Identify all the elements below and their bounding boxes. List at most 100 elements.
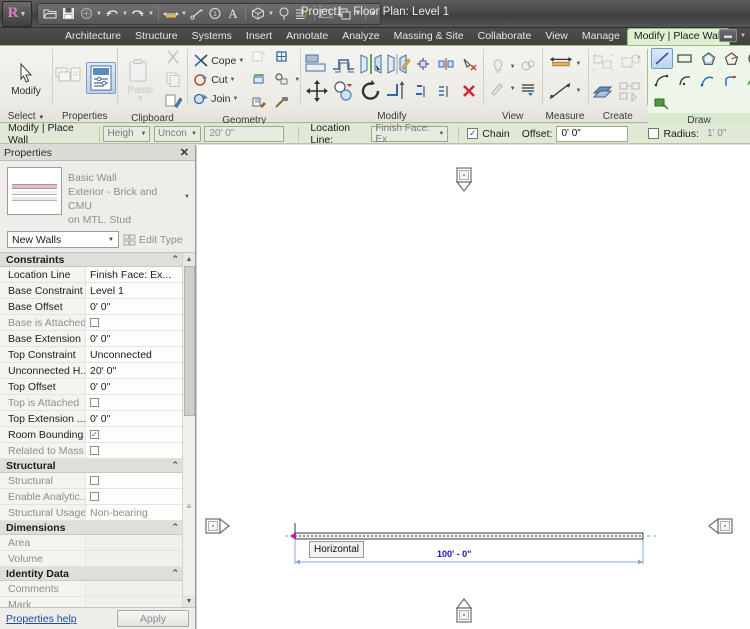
paste-button[interactable]: Paste ▼ [120, 56, 160, 102]
array-icon[interactable] [435, 81, 457, 102]
offset-icon[interactable] [331, 51, 357, 77]
create-similar-icon[interactable] [591, 78, 617, 104]
override-graphics-icon[interactable] [487, 78, 509, 99]
edit-type-button[interactable]: Edit Type [123, 234, 183, 246]
trim-extend-icon[interactable] [385, 78, 411, 104]
circle-icon[interactable] [743, 48, 750, 69]
join-geometry-button[interactable]: Join ▼ [191, 90, 246, 107]
reveal-hidden-elements-icon[interactable] [487, 56, 509, 77]
rotate-icon[interactable] [358, 78, 384, 104]
chevron-down-icon[interactable]: ▼ [184, 194, 190, 200]
property-group-structural[interactable]: Structural ⌃ [0, 459, 182, 473]
scroll-down-icon[interactable]: ▼ [182, 595, 195, 607]
properties-button[interactable] [85, 61, 116, 94]
new-walls-dropdown[interactable]: New Walls ▼ [7, 231, 119, 248]
wall-joins-icon[interactable] [271, 46, 293, 67]
radius-checkbox[interactable]: ✓ [648, 128, 660, 139]
table-row[interactable]: Room Bounding ✓ [0, 427, 182, 443]
property-group-identity-data[interactable]: Identity Data ⌃ [0, 567, 182, 581]
tab-architecture[interactable]: Architecture [58, 28, 128, 45]
property-group-dimensions[interactable]: Dimensions ⌃ [0, 521, 182, 535]
chevron-down-icon[interactable]: ▼ [238, 58, 244, 64]
table-row[interactable]: Base is Attached [0, 315, 182, 331]
hide-element-icon[interactable] [517, 56, 539, 77]
collapse-icon[interactable]: ⌃ [171, 460, 179, 471]
chevron-down-icon[interactable]: ▼ [230, 77, 236, 83]
pin-position-icon[interactable] [412, 54, 434, 75]
property-group-constraints[interactable]: Constraints ⌃ [0, 253, 182, 267]
ribbon-minimize-icon[interactable]: ▬ [719, 29, 738, 42]
table-row[interactable]: Base Extension ... 0' 0" [0, 331, 182, 347]
table-row[interactable]: Base Offset 0' 0" [0, 299, 182, 315]
arc-start-end-radius-icon[interactable] [651, 70, 673, 91]
match-type-icon[interactable] [162, 90, 184, 111]
close-icon[interactable]: ✕ [180, 146, 191, 159]
top-is-attached-checkbox[interactable] [90, 398, 99, 407]
tab-view[interactable]: View [538, 28, 575, 45]
create-group-icon[interactable] [591, 51, 617, 77]
tab-modify-place-wall[interactable]: Modify | Place Wall [626, 28, 730, 45]
unpin-icon[interactable] [458, 54, 480, 75]
pick-line-icon[interactable] [651, 92, 673, 113]
table-row[interactable]: Enable Analytic... [0, 489, 182, 505]
table-row[interactable]: Structural Usage Non-bearing [0, 505, 182, 521]
tab-analyze[interactable]: Analyze [335, 28, 386, 45]
location-line-dropdown[interactable]: Finish Face: Ex ▼ [371, 123, 449, 145]
copy-move-icon[interactable] [331, 78, 357, 104]
rectangle-icon[interactable] [674, 48, 696, 69]
offset-input[interactable]: 0' 0" [556, 125, 629, 142]
collapse-icon[interactable]: ⌃ [171, 522, 179, 533]
line-icon[interactable] [651, 48, 674, 69]
demolish-hammer-icon[interactable] [271, 69, 293, 90]
table-row[interactable]: Top Offset 0' 0" [0, 379, 182, 395]
tab-manage[interactable]: Manage [575, 28, 627, 45]
structural-checkbox[interactable] [90, 476, 99, 485]
cut-icon[interactable] [162, 46, 184, 67]
inscribed-polygon-icon[interactable] [697, 48, 719, 69]
measure-along-element-icon[interactable] [548, 78, 574, 104]
create-assembly-icon[interactable] [618, 51, 644, 77]
delete-icon[interactable] [458, 81, 480, 102]
arc-tangent-end-icon[interactable] [697, 70, 719, 91]
tab-collaborate[interactable]: Collaborate [471, 28, 539, 45]
table-row[interactable]: Area [0, 535, 182, 551]
chevron-down-icon[interactable]: ▼ [510, 86, 516, 92]
hammer-icon[interactable] [271, 92, 293, 113]
height-mode-dropdown[interactable]: Heigh ▼ [103, 125, 151, 142]
top-constraint-dropdown[interactable]: Uncon ▼ [153, 125, 201, 142]
copy-icon[interactable] [162, 68, 184, 89]
enable-analytical-checkbox[interactable] [90, 492, 99, 501]
mirror-draw-axis-icon[interactable] [385, 51, 411, 77]
spline-icon[interactable] [743, 70, 750, 91]
collapse-icon[interactable]: ⌃ [171, 254, 179, 265]
chevron-down-icon[interactable]: ▼ [137, 96, 143, 102]
tab-insert[interactable]: Insert [239, 28, 279, 45]
tab-annotate[interactable]: Annotate [279, 28, 335, 45]
create-part-icon[interactable] [618, 78, 644, 104]
scrollbar-thumb[interactable] [183, 266, 195, 416]
tab-massing-and-site[interactable]: Massing & Site [387, 28, 471, 45]
align-icon[interactable] [304, 51, 330, 77]
move-icon[interactable] [304, 78, 330, 104]
table-row[interactable]: Top Constraint Unconnected [0, 347, 182, 363]
split-face-icon[interactable] [248, 69, 270, 90]
scroll-up-icon[interactable]: ▲ [182, 253, 195, 265]
circumscribed-polygon-icon[interactable] [720, 48, 742, 69]
chevron-down-icon[interactable]: ▼ [575, 61, 581, 67]
table-row[interactable]: Related to Mass [0, 443, 182, 459]
mirror-axis-icon[interactable] [435, 54, 457, 75]
chevron-down-icon[interactable]: ▼ [575, 88, 581, 94]
collapse-icon[interactable]: ⌃ [171, 568, 179, 579]
chevron-down-icon[interactable]: ▼ [510, 64, 516, 70]
temporary-dimension-text[interactable]: 100' - 0" [437, 549, 471, 559]
room-bounding-checkbox[interactable]: ✓ [90, 430, 99, 439]
radius-input[interactable]: 1' 0" [703, 126, 750, 142]
measure-between-refs-icon[interactable] [548, 51, 574, 77]
height-value-input[interactable]: 20' 0" [204, 125, 284, 142]
related-to-mass-checkbox[interactable] [90, 446, 99, 455]
table-row[interactable]: Top is Attached [0, 395, 182, 411]
base-is-attached-checkbox[interactable] [90, 318, 99, 327]
table-row[interactable]: Location Line Finish Face: Ex... [0, 267, 182, 283]
arc-center-ends-icon[interactable] [674, 70, 696, 91]
cope-button[interactable]: Cope ▼ [191, 52, 246, 69]
